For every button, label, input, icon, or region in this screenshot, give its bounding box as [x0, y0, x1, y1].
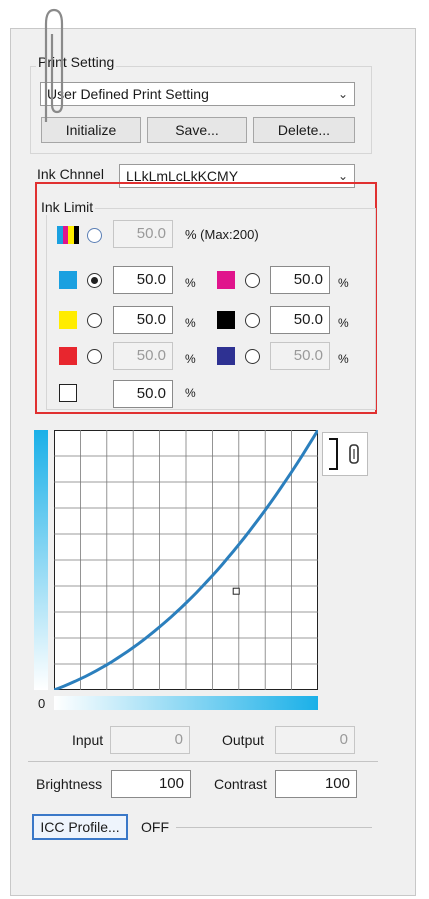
- total-ink-limit-field[interactable]: 50.0: [113, 220, 173, 248]
- blue-swatch: [217, 347, 235, 365]
- percent-label: %: [338, 276, 349, 290]
- multi-ink-icon: [57, 226, 79, 244]
- print-setting-selected: User Defined Print Setting: [47, 86, 209, 102]
- link-icon: [329, 438, 359, 470]
- icc-divider: [176, 827, 372, 828]
- white-ink-limit-field[interactable]: 50.0: [113, 380, 173, 408]
- print-setting-dropdown[interactable]: User Defined Print Setting ⌄: [40, 82, 355, 106]
- icc-profile-button[interactable]: ICC Profile...: [32, 814, 128, 840]
- blue-ink-limit-field[interactable]: 50.0: [270, 342, 330, 370]
- magenta-radio[interactable]: [245, 273, 260, 288]
- icc-status: OFF: [141, 819, 169, 835]
- brightness-field[interactable]: 100: [111, 770, 191, 798]
- black-radio[interactable]: [245, 313, 260, 328]
- curve-origin-label: 0: [38, 696, 46, 711]
- chevron-down-icon: ⌄: [337, 87, 348, 101]
- save-button[interactable]: Save...: [147, 117, 247, 143]
- initialize-button[interactable]: Initialize: [41, 117, 141, 143]
- yellow-swatch: [59, 311, 77, 329]
- yellow-ink-limit-field[interactable]: 50.0: [113, 306, 173, 334]
- blue-radio[interactable]: [245, 349, 260, 364]
- total-radio[interactable]: [87, 228, 102, 243]
- output-gradient-bar: [34, 430, 48, 690]
- input-label: Input: [72, 732, 104, 748]
- percent-label: %: [338, 316, 349, 330]
- cyan-ink-limit-field[interactable]: 50.0: [113, 266, 173, 294]
- yellow-radio[interactable]: [87, 313, 102, 328]
- cyan-radio[interactable]: [87, 273, 102, 288]
- link-toggle-button[interactable]: [322, 432, 368, 476]
- curve-control-point[interactable]: [232, 587, 240, 595]
- cyan-swatch: [59, 271, 77, 289]
- percent-label: %: [338, 352, 349, 366]
- magenta-swatch: [217, 271, 235, 289]
- delete-button[interactable]: Delete...: [253, 117, 355, 143]
- ink-channel-label: Ink Chnnel: [37, 166, 104, 182]
- percent-label: %: [185, 352, 196, 366]
- input-gradient-bar: [54, 696, 318, 710]
- tone-curve-editor[interactable]: [54, 430, 318, 690]
- output-label: Output: [222, 732, 265, 748]
- input-value-field[interactable]: 0: [110, 726, 190, 754]
- magenta-ink-limit-field[interactable]: 50.0: [270, 266, 330, 294]
- red-swatch: [59, 347, 77, 365]
- print-setting-title: Print Setting: [36, 54, 117, 70]
- black-ink-limit-field[interactable]: 50.0: [270, 306, 330, 334]
- contrast-field[interactable]: 100: [275, 770, 357, 798]
- percent-label: %: [185, 386, 196, 400]
- red-ink-limit-field[interactable]: 50.0: [113, 342, 173, 370]
- brightness-label: Brightness: [36, 776, 103, 792]
- output-value-field[interactable]: 0: [275, 726, 355, 754]
- white-swatch: [59, 384, 77, 402]
- percent-label: %: [185, 316, 196, 330]
- divider: [28, 761, 378, 762]
- contrast-label: Contrast: [214, 776, 267, 792]
- total-max-label: % (Max:200): [185, 227, 259, 242]
- percent-label: %: [185, 276, 196, 290]
- black-swatch: [217, 311, 235, 329]
- ink-limit-title: Ink Limit: [39, 199, 96, 215]
- red-radio[interactable]: [87, 349, 102, 364]
